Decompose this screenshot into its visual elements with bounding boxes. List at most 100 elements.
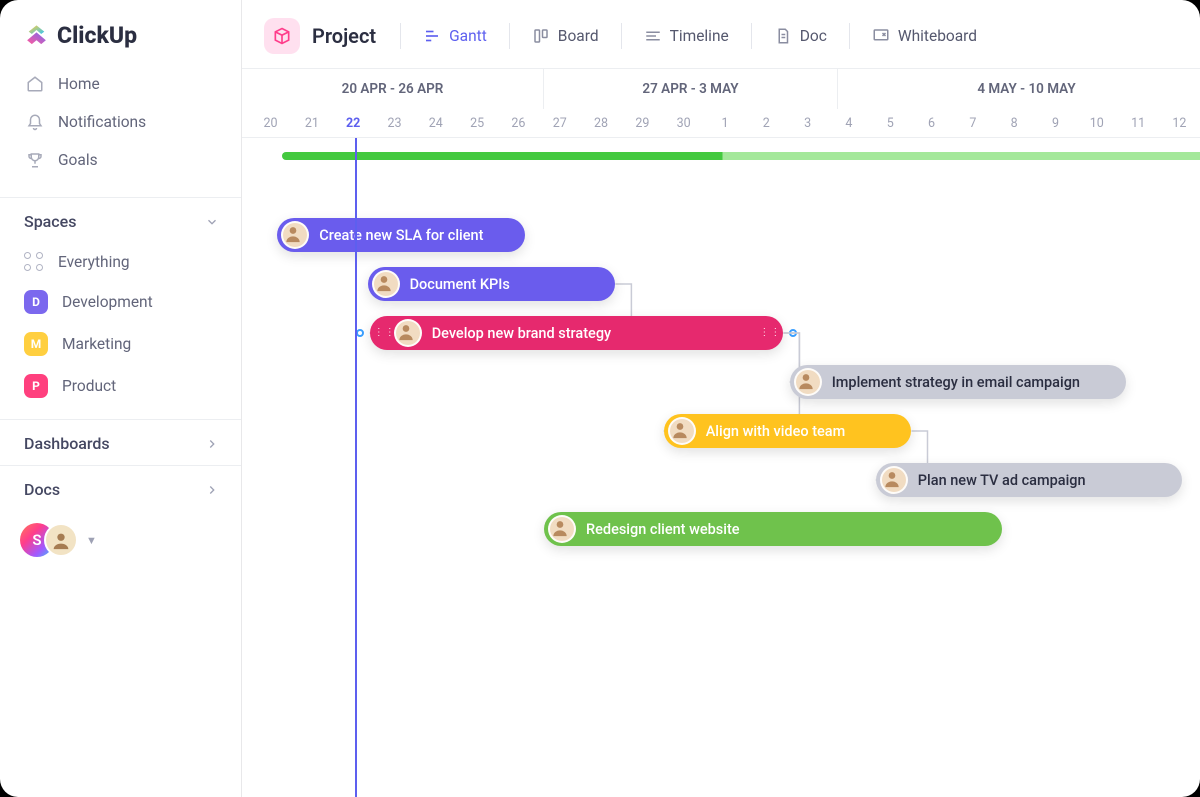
sidebar: ClickUp Home Notifications Goals (0, 0, 242, 797)
view-whiteboard-label: Whiteboard (898, 27, 977, 45)
gantt-icon (423, 27, 441, 45)
cube-icon (272, 26, 292, 46)
nav-goals[interactable]: Goals (12, 141, 229, 179)
chevron-down-icon (205, 215, 219, 229)
task-label: Implement strategy in email campaign (832, 374, 1080, 391)
main-content: Project Gantt Board Timeline (242, 0, 1200, 797)
task-label: Create new SLA for client (319, 227, 483, 244)
user-avatar-face (44, 523, 78, 557)
view-timeline[interactable]: Timeline (634, 21, 739, 51)
divider (849, 23, 850, 49)
view-doc[interactable]: Doc (764, 21, 837, 51)
everything-label: Everything (58, 253, 130, 271)
sidebar-item-marketing[interactable]: M Marketing (12, 323, 229, 365)
mkt-badge: M (24, 332, 48, 356)
sidebar-item-everything[interactable]: Everything (12, 243, 229, 281)
day-cell: 3 (787, 109, 828, 137)
day-cell: 4 (828, 109, 869, 137)
day-cell: 25 (456, 109, 497, 137)
task-bar[interactable]: Implement strategy in email campaign (790, 365, 1126, 399)
nav-notifications[interactable]: Notifications (12, 103, 229, 141)
user-switcher[interactable]: S ▼ (0, 511, 241, 569)
day-cell: 1 (704, 109, 745, 137)
day-cell: 21 (291, 109, 332, 137)
day-cell: 8 (994, 109, 1035, 137)
trophy-icon (26, 151, 44, 169)
sidebar-item-product[interactable]: P Product (12, 365, 229, 407)
view-whiteboard[interactable]: Whiteboard (862, 21, 987, 51)
view-board[interactable]: Board (522, 21, 609, 51)
divider (621, 23, 622, 49)
clickup-logo-icon (24, 23, 49, 48)
divider (751, 23, 752, 49)
view-timeline-label: Timeline (670, 27, 729, 45)
sidebar-item-development[interactable]: D Development (12, 281, 229, 323)
timeline-header: 20 APR - 26 APR27 APR - 3 MAY4 MAY - 10 … (242, 69, 1200, 138)
task-bar[interactable]: Document KPIs (368, 267, 616, 301)
whiteboard-icon (872, 27, 890, 45)
day-cell: 23 (374, 109, 415, 137)
project-title: Project (312, 24, 376, 48)
brand-logo[interactable]: ClickUp (0, 0, 241, 59)
dashboards-header[interactable]: Dashboards (0, 420, 241, 465)
task-label: Redesign client website (586, 521, 740, 538)
divider (509, 23, 510, 49)
day-cell: 2 (746, 109, 787, 137)
prod-badge: P (24, 374, 48, 398)
day-cell: 30 (663, 109, 704, 137)
day-cell: 27 (539, 109, 580, 137)
week-cell: 4 MAY - 10 MAY (838, 69, 1200, 109)
task-bar[interactable]: Create new SLA for client (277, 218, 525, 252)
nav-notifications-label: Notifications (58, 113, 146, 131)
toolbar: Project Gantt Board Timeline (242, 0, 1200, 69)
spaces-header[interactable]: Spaces (0, 198, 241, 243)
everything-icon (24, 252, 44, 272)
day-cell: 12 (1159, 109, 1200, 137)
task-label: Document KPIs (410, 276, 510, 293)
timeline-icon (644, 27, 662, 45)
bell-icon (26, 113, 44, 131)
gantt-area[interactable]: TODAYCreate new SLA for client Document K… (242, 138, 1200, 797)
drag-handle-icon[interactable]: ⋮⋮ (374, 329, 384, 337)
dev-badge: D (24, 290, 48, 314)
prod-label: Product (62, 377, 116, 395)
chevron-right-icon (205, 483, 219, 497)
board-icon (532, 27, 550, 45)
chevron-right-icon (205, 437, 219, 451)
task-bar[interactable]: Align with video team (664, 414, 912, 448)
day-cell: 28 (580, 109, 621, 137)
day-cell: 5 (870, 109, 911, 137)
project-icon[interactable] (264, 18, 300, 54)
home-icon (26, 75, 44, 93)
day-cell: 24 (415, 109, 456, 137)
day-cell: 29 (622, 109, 663, 137)
spaces-label: Spaces (24, 212, 76, 231)
assignee-avatar (548, 515, 576, 543)
drag-handle-icon[interactable]: ⋮⋮ (759, 329, 769, 337)
task-bar[interactable]: Redesign client website (544, 512, 1002, 546)
view-doc-label: Doc (800, 27, 827, 45)
week-cell: 20 APR - 26 APR (242, 69, 544, 109)
task-bar[interactable]: ⋮⋮Develop new brand strategy⋮⋮ (370, 316, 784, 350)
day-cell: 9 (1035, 109, 1076, 137)
docs-label: Docs (24, 480, 60, 499)
doc-icon (774, 27, 792, 45)
docs-header[interactable]: Docs (0, 466, 241, 511)
task-bar[interactable]: Plan new TV ad campaign (876, 463, 1183, 497)
day-cell: 26 (498, 109, 539, 137)
nav-goals-label: Goals (58, 151, 98, 169)
today-line: TODAY (355, 138, 357, 797)
week-cell: 27 APR - 3 MAY (544, 69, 838, 109)
day-cell: 11 (1117, 109, 1158, 137)
day-cell: 10 (1076, 109, 1117, 137)
day-cell: 6 (911, 109, 952, 137)
nav-home[interactable]: Home (12, 65, 229, 103)
divider (400, 23, 401, 49)
mkt-label: Marketing (62, 335, 131, 353)
brand-name: ClickUp (57, 22, 137, 49)
assignee-avatar (668, 417, 696, 445)
view-gantt[interactable]: Gantt (413, 21, 497, 51)
task-label: Align with video team (706, 423, 846, 440)
day-cell: 22 (333, 109, 374, 137)
day-cell: 7 (952, 109, 993, 137)
